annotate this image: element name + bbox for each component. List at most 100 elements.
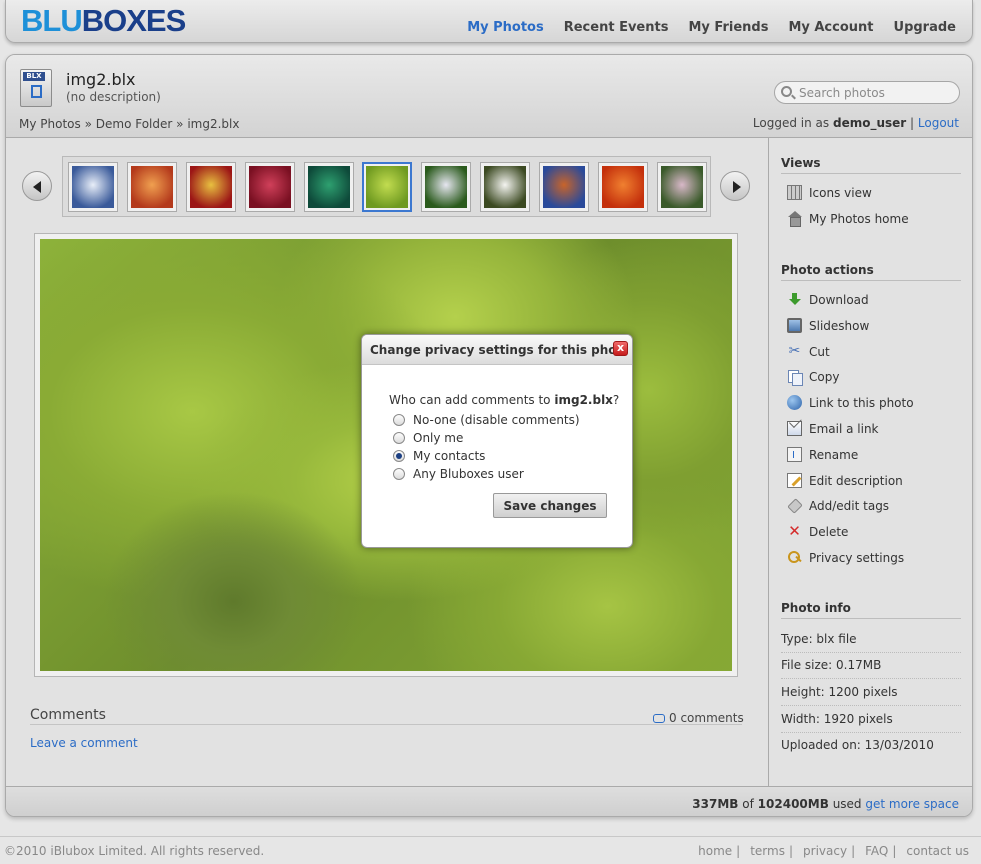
thumb-3[interactable] [186,162,236,212]
thumb-8[interactable] [480,162,530,212]
footer-terms[interactable]: terms [750,844,785,858]
copyright: ©2010 iBlubox Limited. All rights reserv… [4,844,265,858]
photo-info-heading: Photo info [781,601,851,615]
action-tags[interactable]: Add/edit tags [787,498,889,513]
thumb-9[interactable] [539,162,589,212]
info-height: Height: 1200 pixels [781,685,961,706]
views-heading: Views [781,156,821,170]
icons-view-link[interactable]: Icons view [787,185,872,200]
globe-link-icon [787,395,802,410]
info-type: Type: blx file [781,632,961,653]
thumb-4[interactable] [245,162,295,212]
breadcrumb: My Photos » Demo Folder » img2.blx [19,117,240,131]
thumbnail-image [308,166,350,208]
breadcrumb-my-photos[interactable]: My Photos [19,117,81,131]
action-slideshow[interactable]: Slideshow [787,318,869,333]
edit-icon [787,473,802,488]
thumbnail-image [131,166,173,208]
thumbnail-image [366,166,408,208]
thumb-11[interactable] [657,162,707,212]
action-download[interactable]: Download [787,292,869,307]
info-width: Width: 1920 pixels [781,712,961,733]
radio-button-selected[interactable] [393,450,405,462]
my-photos-home-link[interactable]: My Photos home [787,211,909,227]
thumb-2[interactable] [127,162,177,212]
file-description: (no description) [66,90,161,104]
main-nav: My Photos Recent Events My Friends My Ac… [467,20,956,35]
radio-button[interactable] [393,414,405,426]
search-icon [781,86,792,97]
action-copy[interactable]: Copy [787,369,839,386]
thumbnail-image [72,166,114,208]
option-my-contacts[interactable]: My contacts [393,449,485,463]
thumbnail-image [249,166,291,208]
dialog-title: Change privacy settings for this photo [370,343,620,357]
storage-usage: 337MB of 102400MB used get more space [692,797,959,811]
prev-photo-button[interactable] [22,171,52,201]
thumb-6[interactable] [362,162,412,212]
action-delete[interactable]: ✕ Delete [787,524,848,539]
breadcrumb-demo-folder[interactable]: Demo Folder [96,117,173,131]
file-header: BLX img2.blx (no description) My Photos … [6,55,972,138]
nav-recent-events[interactable]: Recent Events [564,20,669,35]
footer-divider [0,836,981,837]
dialog-header: Change privacy settings for this photo x [362,335,632,365]
next-photo-button[interactable] [720,171,750,201]
nav-my-account[interactable]: My Account [788,20,873,35]
breadcrumb-current: img2.blx [187,117,240,131]
arrow-left-icon [33,181,41,193]
email-icon [787,421,802,436]
username: demo_user [832,116,907,130]
thumbnail-image [425,166,467,208]
search-input[interactable] [799,84,954,101]
grid-icon [787,185,802,200]
nav-my-friends[interactable]: My Friends [688,20,768,35]
radio-button[interactable] [393,468,405,480]
thumb-7[interactable] [421,162,471,212]
get-more-space-link[interactable]: get more space [865,797,959,811]
nav-upgrade[interactable]: Upgrade [894,20,956,35]
comment-bubble-icon [653,714,665,723]
file-name: img2.blx [66,70,136,89]
action-cut[interactable]: ✂ Cut [787,344,830,359]
action-rename[interactable]: Rename [787,447,858,462]
thumb-10[interactable] [598,162,648,212]
blx-file-icon: BLX [20,69,52,107]
thumbnail-image [602,166,644,208]
option-any-user[interactable]: Any Bluboxes user [393,467,524,481]
action-edit-description[interactable]: Edit description [787,473,903,488]
action-email-link[interactable]: Email a link [787,421,879,436]
thumbnail-image [543,166,585,208]
save-changes-button[interactable]: Save changes [493,493,607,518]
privacy-settings-dialog: Change privacy settings for this photo x… [361,334,633,548]
logout-link[interactable]: Logout [918,116,959,130]
rename-icon [787,447,802,462]
close-icon[interactable]: x [613,341,628,356]
footer-home[interactable]: home [698,844,732,858]
leave-comment-link[interactable]: Leave a comment [30,736,138,750]
radio-button[interactable] [393,432,405,444]
tag-icon [787,498,802,513]
footer-privacy[interactable]: privacy [803,844,847,858]
key-icon [787,550,802,565]
footer-faq[interactable]: FAQ [865,844,888,858]
search-box [774,81,960,104]
bluboxes-logo[interactable]: BLUBOXESTM [21,0,197,39]
footer-contact[interactable]: contact us [906,844,969,858]
option-only-me[interactable]: Only me [393,431,463,445]
action-privacy-settings[interactable]: Privacy settings [787,550,904,565]
home-icon [787,211,802,227]
nav-my-photos[interactable]: My Photos [467,20,544,35]
info-file-size: File size: 0.17MB [781,658,961,679]
download-icon [787,292,802,307]
top-header: BLUBOXESTM My Photos Recent Events My Fr… [5,0,973,43]
photo-actions-heading: Photo actions [781,263,874,277]
delete-icon: ✕ [788,522,801,540]
action-link[interactable]: Link to this photo [787,395,914,410]
thumb-1[interactable] [68,162,118,212]
option-no-one[interactable]: No-one (disable comments) [393,413,580,427]
slideshow-icon [787,318,802,333]
comments-count[interactable]: 0 comments [653,711,744,725]
thumb-5[interactable] [304,162,354,212]
comments-title: Comments [30,707,106,723]
